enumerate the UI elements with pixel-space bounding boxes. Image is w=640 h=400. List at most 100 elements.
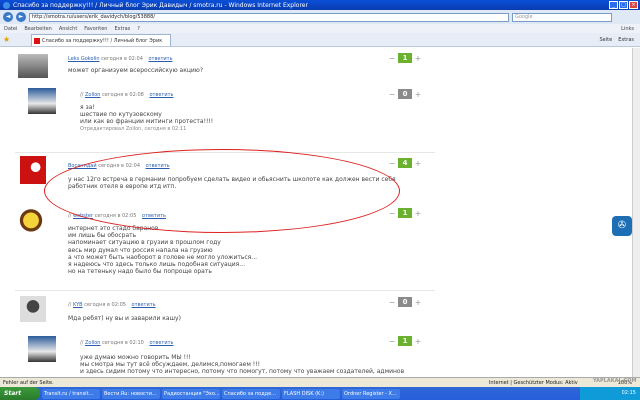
favorites-star-icon[interactable]: ★ [3,35,11,44]
ie-icon [3,1,10,9]
comment-meta: // Zollon сегодня в 02:10 ответить [80,340,174,346]
window-titlebar: Спасибо за поддержку!!! / Личный блог Эр… [0,0,640,10]
comment-text: может организуем всероссийскую акцию? [68,67,203,74]
comment-line: Мда ребят) ну вы и заварили кашу) [68,315,181,322]
avatar[interactable] [28,88,56,114]
comment-line: я надеюсь что здесь только лишь подобная… [68,261,246,269]
vote-up-button[interactable]: + [412,209,424,218]
reply-link[interactable]: ответить [149,56,173,62]
vote-score: 1 [398,336,412,346]
comment-time: сегодня в 02:10 [102,340,144,346]
url-input[interactable]: http://smotra.ru/users/erik_davidych/blo… [29,12,509,22]
comment-line: мы смотра мы тут всё обсуждаем, делимся,… [80,361,260,369]
taskbar-item[interactable]: Радиостанция "Эхо... [162,388,220,399]
comment-line: и здесь сидим потому что интересно, пото… [80,368,405,376]
comment-line: я за! [80,104,95,111]
vote-score: 0 [398,89,412,99]
vote-up-button[interactable]: + [412,337,424,346]
system-tray-clock[interactable]: 02:15 [580,387,640,400]
vote-up-button[interactable]: + [412,90,424,99]
comment-author[interactable]: KYB [73,302,83,308]
vote-score: 4 [398,158,412,168]
comment-author[interactable]: Leks Gokolin [68,56,100,62]
status-text: Fehler auf der Seite. [3,379,54,386]
highlight-ellipse [44,149,400,233]
reply-link[interactable]: ответить [149,340,173,346]
menu-favoriten[interactable]: Favoriten [84,26,107,32]
minimize-button[interactable]: _ [609,1,618,9]
edited-note: Отредактировал Zollon, сегодня в 02:11 [80,125,187,132]
comment-meta: // Zollon сегодня в 02:08 ответить [80,92,174,98]
vote-up-button[interactable]: + [412,54,424,63]
links-toolbar[interactable]: Links [621,26,634,32]
status-bar: Fehler auf der Seite. Internet | Geschüt… [0,377,640,387]
vote-down-button[interactable]: − [386,337,398,346]
watermark: YAPLAKAL.COM [593,378,637,384]
menu-ansicht[interactable]: Ansicht [59,26,77,32]
taskbar-item[interactable]: Спасибо за подде... [222,388,280,399]
vote-widget: − 1 + [386,53,426,63]
comment-line: но на тетеньку надо было бы попроще орат… [68,268,212,276]
comment-line: а что может быть наоборот в голове не мо… [68,253,258,261]
vote-down-button[interactable]: − [386,298,398,307]
comment-line: уже думаю можно говорить МЫ !!! [80,354,191,361]
comment-line: шествие по кутузовскому [80,111,162,119]
taskbar-item[interactable]: FLASH DISK (K:) [282,388,340,399]
avatar[interactable] [20,296,46,322]
page-menu-button[interactable]: Seite [600,37,613,43]
menu-datei[interactable]: Datei [4,26,17,32]
menu-bar: Datei Bearbeiten Ansicht Favoriten Extra… [0,24,640,33]
window-title: Спасибо за поддержку!!! / Личный блог Эр… [13,1,308,9]
vote-down-button[interactable]: − [386,209,398,218]
avatar[interactable] [28,336,56,362]
comment-time: сегодня в 02:08 [102,92,144,98]
close-button[interactable]: × [629,1,638,9]
forward-button[interactable]: ► [16,12,26,22]
floating-widget-icon[interactable]: ✇ [612,216,632,236]
taskbar-item[interactable]: TransIt.ru / transit... [42,388,100,399]
maximize-button[interactable]: □ [619,1,628,9]
search-input[interactable]: Google [512,12,612,22]
comment-time: сегодня в 02:05 [84,302,126,308]
vote-down-button[interactable]: − [386,159,398,168]
reply-link[interactable]: ответить [132,302,156,308]
comment-author[interactable]: Zollon [85,92,101,98]
comment-time: сегодня в 02:04 [101,56,143,62]
comment-line: или как во франции митинги протеста!!!! [80,118,214,126]
taskbar-item[interactable]: Ordner Register - X... [342,388,400,399]
vote-widget: − 1 + [386,208,426,218]
extras-menu-button[interactable]: Extras [618,37,634,43]
menu-help[interactable]: ? [137,26,140,32]
comment-text: уже думаю можно говорить МЫ !!! мы смотр… [80,354,404,376]
avatar[interactable] [18,206,44,238]
vertical-scrollbar[interactable] [632,48,640,377]
comment-line: напоминает ситуацию в грузии в прошлом г… [68,239,221,247]
vote-up-button[interactable]: + [412,298,424,307]
reply-link[interactable]: ответить [149,92,173,98]
comment-line: им лишь бы обосрать [68,232,137,240]
back-button[interactable]: ◄ [3,12,13,22]
tab-bar: ★ Спасибо за поддержку!!! / Личный блог … [0,33,640,56]
taskbar: Start TransIt.ru / transit... Вести.Ru: … [0,387,640,400]
vote-down-button[interactable]: − [386,90,398,99]
site-favicon-icon [34,37,40,44]
vote-widget: − 0 + [386,297,426,307]
comment-author[interactable]: Zollon [85,340,101,346]
vote-down-button[interactable]: − [386,54,398,63]
menu-extras[interactable]: Extras [114,26,130,32]
start-button[interactable]: Start [0,387,40,400]
menu-bearbeiten[interactable]: Bearbeiten [24,26,51,32]
security-zone: Internet | Geschützter Modus: Aktiv [488,379,578,386]
comment-meta: Leks Gokolin сегодня в 02:04 ответить [68,56,173,62]
comment-text: я за! шествие по кутузовскому или как во… [80,104,213,133]
comment-line: весь мир думал что россия напала на груз… [68,246,213,254]
avatar[interactable] [18,54,48,78]
avatar[interactable] [20,156,46,184]
vote-score: 1 [398,208,412,218]
vote-widget: − 0 + [386,89,426,99]
vote-up-button[interactable]: + [412,159,424,168]
taskbar-item[interactable]: Вести.Ru: новости... [102,388,160,399]
vote-score: 1 [398,53,412,63]
tab-current[interactable]: Спасибо за поддержку!!! / Личный блог Эр… [31,33,171,56]
vote-score: 0 [398,297,412,307]
